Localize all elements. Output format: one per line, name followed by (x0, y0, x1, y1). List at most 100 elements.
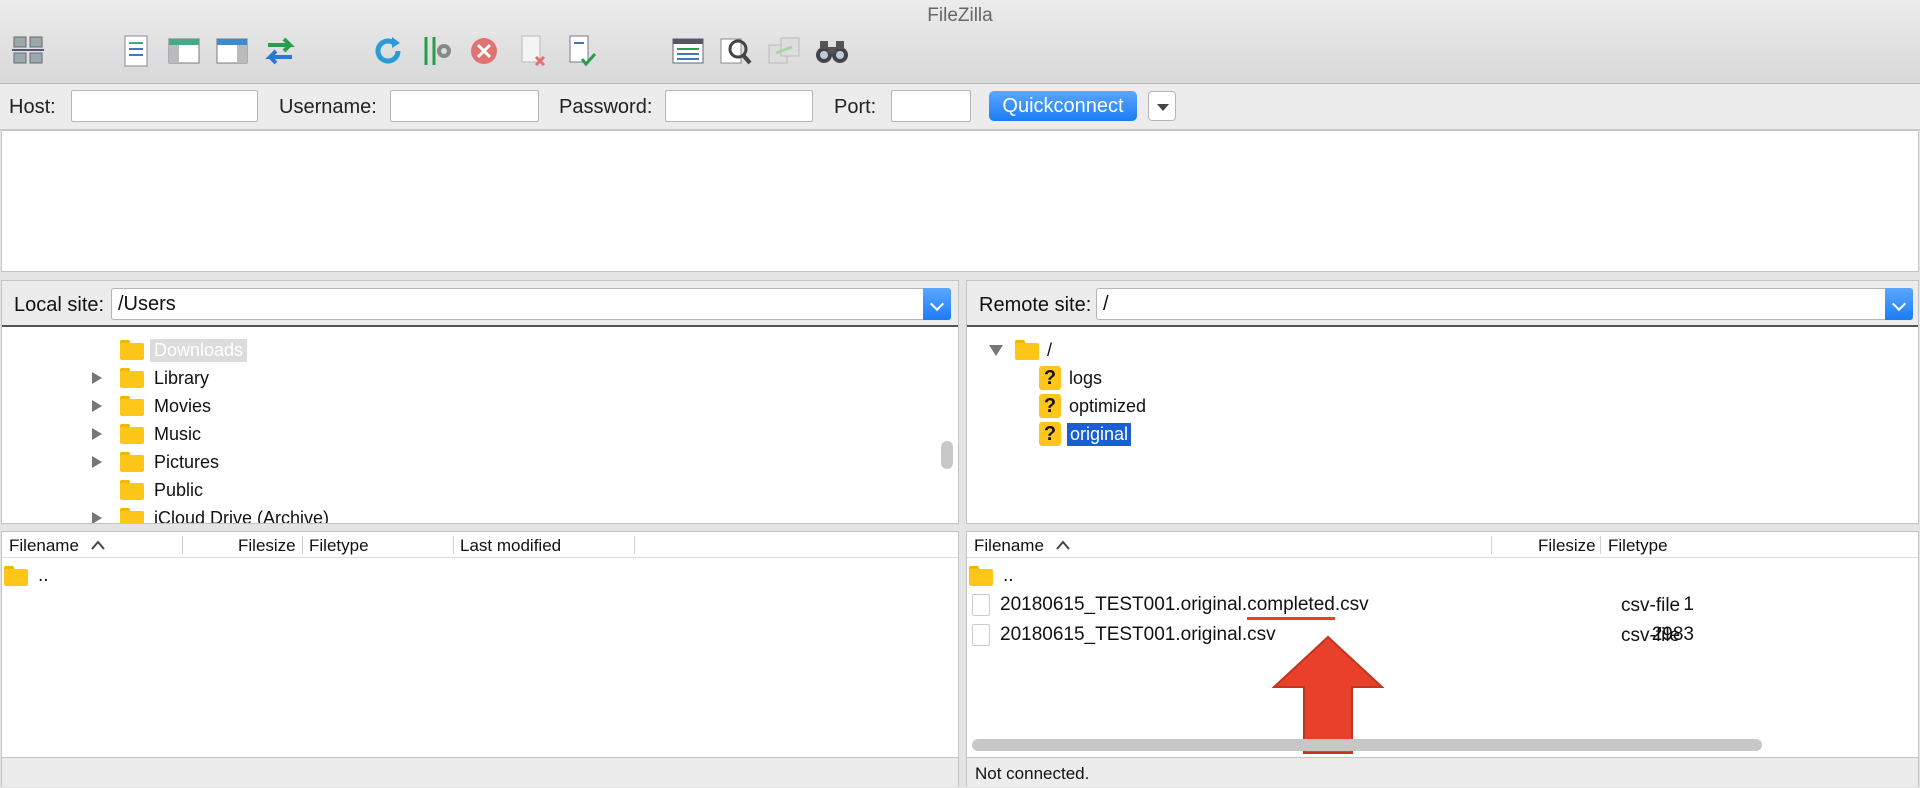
quickconnect-button[interactable]: Quickconnect (989, 91, 1137, 121)
username-input[interactable] (390, 90, 539, 122)
local-file-list-pane: Filename Filesize Filetype Last modified… (1, 531, 959, 787)
sort-ascending-icon (91, 540, 105, 550)
local-site-label: Local site: (14, 294, 105, 316)
search-remote-files-icon[interactable] (814, 33, 850, 69)
local-tree-item-label: iCloud Drive (Archive) (154, 507, 330, 524)
column-last-modified[interactable]: Last modified (460, 536, 561, 556)
folder-icon (120, 480, 144, 500)
remote-tree-item[interactable]: / (989, 337, 1052, 363)
directory-comparison-icon[interactable] (718, 33, 754, 69)
folder-icon (120, 424, 144, 444)
expand-arrow-icon[interactable] (92, 400, 102, 412)
local-tree-item[interactable]: Pictures (92, 449, 219, 475)
column-filename[interactable]: Filename (9, 536, 79, 556)
synchronized-browsing-icon[interactable] (766, 33, 802, 69)
chevron-down-icon[interactable] (1885, 288, 1913, 320)
remote-file-name: 20180615_TEST001.original.csv (1000, 624, 1276, 645)
refresh-icon[interactable] (370, 33, 406, 69)
file-icon (972, 594, 990, 616)
local-tree-item-label: Downloads (150, 338, 248, 362)
title-toolbar-area: FileZilla (0, 0, 1920, 84)
expand-arrow-icon[interactable] (92, 372, 102, 384)
remote-file-type: csv-file (1621, 625, 1681, 646)
remote-tree-item[interactable]: ? original (1039, 421, 1132, 447)
remote-path-combo[interactable]: / (1096, 288, 1913, 320)
remote-file-row[interactable]: .. (969, 562, 1014, 590)
local-tree-item-label: Music (154, 423, 202, 444)
local-tree-pane: Local site: /Users Downloads Library Mov… (1, 280, 959, 524)
expand-arrow-icon[interactable] (92, 512, 102, 523)
local-tree-item[interactable]: iCloud Drive (Archive) (92, 507, 329, 523)
remote-file-name: 20180615_TEST001.original.completed.csv (1000, 594, 1369, 620)
window-title: FileZilla (927, 5, 993, 26)
column-filetype[interactable]: Filetype (309, 536, 369, 556)
remote-tree-item-label: optimized (1069, 395, 1147, 416)
unknown-folder-icon: ? (1039, 394, 1061, 418)
sort-ascending-icon (1056, 540, 1070, 550)
remote-file-name: .. (1003, 565, 1014, 586)
cancel-operation-icon[interactable] (466, 33, 502, 69)
transfer-queue-toggle-icon[interactable] (262, 33, 298, 69)
local-tree-item[interactable]: Downloads (120, 337, 248, 363)
unknown-folder-icon: ? (1039, 366, 1061, 390)
local-file-row[interactable]: .. (4, 562, 49, 590)
site-manager-icon[interactable] (10, 33, 46, 69)
host-label: Host: (9, 96, 56, 118)
remote-file-row[interactable]: 20180615_TEST001.original.completed.csv … (972, 591, 1694, 620)
local-path-combo[interactable]: /Users (111, 288, 951, 320)
chevron-down-icon[interactable] (923, 288, 951, 320)
reconnect-icon[interactable] (562, 33, 598, 69)
message-log-toggle-icon[interactable] (118, 33, 154, 69)
column-filesize[interactable]: Filesize (1538, 536, 1596, 556)
remote-file-type: csv-file (1621, 595, 1681, 616)
remote-status-text: Not connected. (975, 764, 1090, 783)
local-site-bar: Local site: /Users (2, 281, 958, 327)
remote-tree-item-label-selected: original (1067, 422, 1132, 446)
local-tree-item-label: Movies (154, 395, 212, 416)
remote-file-list-header: Filename Filesize Filetype (967, 532, 1918, 558)
quickconnect-history-dropdown[interactable] (1148, 91, 1176, 121)
folder-icon (120, 452, 144, 472)
local-status-bar (2, 757, 958, 787)
column-filetype[interactable]: Filetype (1608, 536, 1668, 556)
disconnect-icon[interactable] (514, 33, 550, 69)
process-queue-icon[interactable] (418, 33, 454, 69)
password-input[interactable] (665, 90, 813, 122)
password-label: Password: (559, 96, 653, 118)
folder-icon (120, 368, 144, 388)
local-tree-item[interactable]: Movies (92, 393, 211, 419)
port-label: Port: (834, 96, 877, 118)
port-input[interactable] (891, 90, 971, 122)
local-tree-item-label: Public (154, 479, 204, 500)
remote-tree-item[interactable]: ? logs (1039, 365, 1102, 391)
local-tree-scrollbar[interactable] (941, 441, 953, 469)
host-input[interactable] (71, 90, 258, 122)
folder-icon (1015, 340, 1039, 360)
local-tree-item[interactable]: Library (92, 365, 209, 391)
remote-tree-toggle-icon[interactable] (214, 33, 250, 69)
remote-site-label: Remote site: (979, 294, 1092, 316)
local-tree-item[interactable]: Music (92, 421, 201, 447)
collapse-arrow-icon[interactable] (989, 344, 1003, 356)
remote-file-list-pane: Filename Filesize Filetype .. 20180615_T… (966, 531, 1919, 787)
directory-listing-filters-icon[interactable] (670, 33, 706, 69)
local-tree-clip: iCloud Drive (Archive) (2, 507, 932, 523)
expand-arrow-icon[interactable] (92, 428, 102, 440)
folder-icon (120, 340, 144, 360)
column-filesize[interactable]: Filesize (238, 536, 296, 556)
remote-tree-item-label: / (1047, 339, 1053, 360)
remote-file-list-scrollbar[interactable] (972, 739, 1762, 751)
expand-arrow-icon[interactable] (92, 456, 102, 468)
local-tree-toggle-icon[interactable] (166, 33, 202, 69)
remote-status-bar: Not connected. (967, 757, 1918, 787)
message-log[interactable] (1, 130, 1919, 272)
local-tree-item[interactable]: Public (120, 477, 203, 503)
username-label: Username: (279, 96, 377, 118)
unknown-folder-icon: ? (1039, 422, 1061, 446)
remote-tree-item[interactable]: ? optimized (1039, 393, 1146, 419)
folder-icon (120, 396, 144, 416)
file-icon (972, 624, 990, 646)
remote-tree-item-label: logs (1069, 367, 1103, 388)
column-filename[interactable]: Filename (974, 536, 1044, 556)
local-file-list-header: Filename Filesize Filetype Last modified (2, 532, 958, 558)
